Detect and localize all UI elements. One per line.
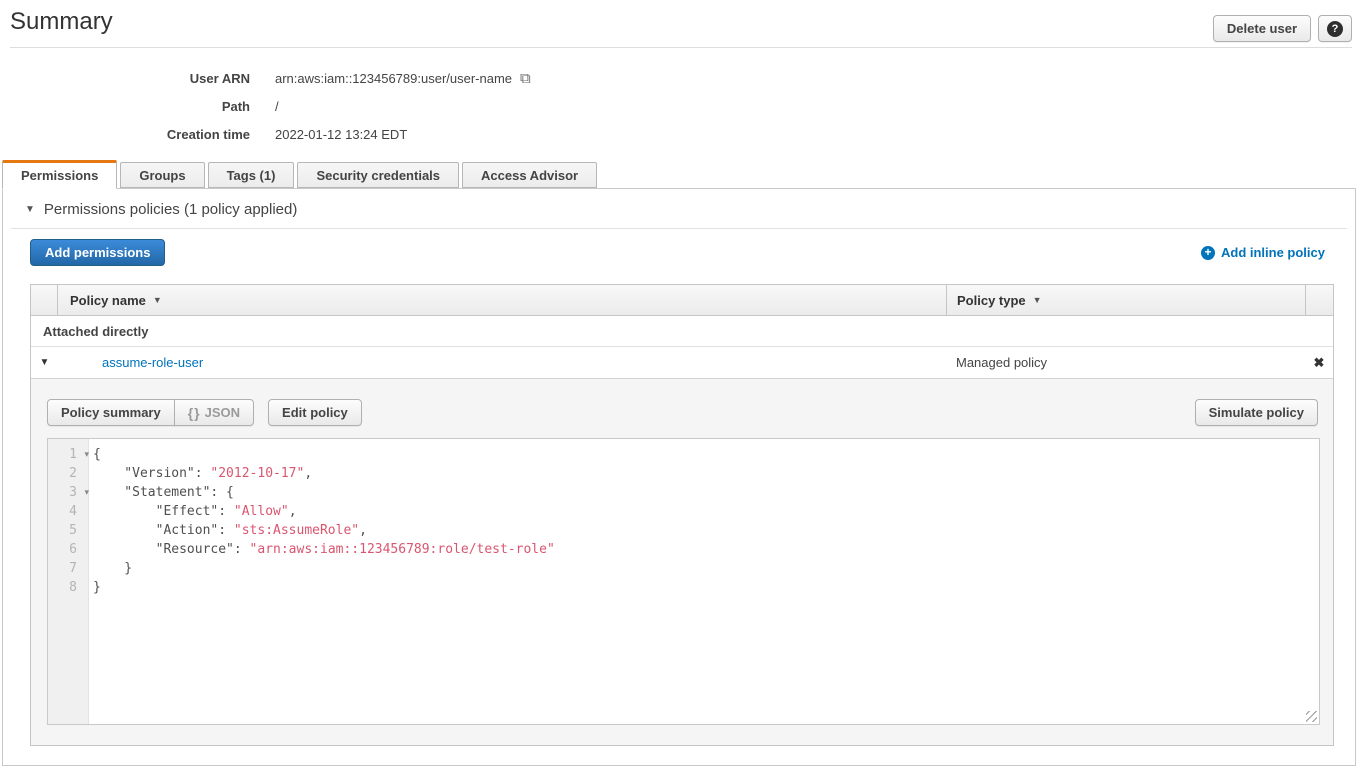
collapse-caret-icon: ▼ (25, 204, 35, 215)
fold-caret-icon[interactable]: ▾ (84, 445, 89, 464)
code-line: 2 "Version": "2012-10-17", (48, 464, 1319, 483)
policy-json-editor[interactable]: 1▾ { 2 "Version": "2012-10-17", 3▾ "Stat… (47, 438, 1320, 725)
tab-security-credentials[interactable]: Security credentials (297, 162, 459, 188)
user-arn-value: arn:aws:iam::123456789:user/user-name (275, 71, 512, 86)
path-label: Path (0, 99, 250, 114)
editor-resize-handle[interactable] (1306, 711, 1317, 722)
tab-bar: Permissions Groups Tags (1) Security cre… (2, 160, 600, 188)
policy-detail-toolbar: Policy summary {} JSON Edit policy Simul… (47, 399, 1318, 426)
sort-arrow-icon: ▼ (153, 295, 162, 305)
actions-column-header (1305, 285, 1333, 315)
path-row: Path / (0, 92, 700, 120)
iam-user-summary-page: Summary Delete user ? User ARN arn:aws:i… (0, 0, 1362, 766)
policy-type-header-label: Policy type (957, 293, 1026, 308)
tab-groups[interactable]: Groups (120, 162, 204, 188)
expand-column-header (31, 285, 58, 315)
creation-time-row: Creation time 2022-01-12 13:24 EDT (0, 120, 700, 148)
code-line: 7 } (48, 559, 1319, 578)
add-inline-policy-link[interactable]: + Add inline policy (1201, 245, 1325, 260)
header-divider (10, 47, 1352, 48)
page-title: Summary (10, 8, 113, 36)
user-arn-label: User ARN (0, 71, 250, 86)
json-view-button[interactable]: {} JSON (174, 399, 254, 426)
policy-table: Policy name ▼ Policy type ▼ Attached dir… (30, 284, 1334, 746)
code-line: 8 } (48, 578, 1319, 597)
tab-permissions[interactable]: Permissions (2, 160, 117, 189)
code-line: 6 "Resource": "arn:aws:iam::123456789:ro… (48, 540, 1319, 559)
policy-type-value: Managed policy (946, 355, 1305, 370)
row-expand-caret-icon[interactable]: ▼ (31, 357, 58, 368)
policy-name-link[interactable]: assume-role-user (102, 355, 203, 370)
code-line: 1▾ { (48, 445, 1319, 464)
policy-type-column-header[interactable]: Policy type ▼ (946, 285, 1305, 315)
braces-icon: {} (188, 405, 201, 421)
policy-summary-button[interactable]: Policy summary (47, 399, 175, 426)
help-button[interactable]: ? (1318, 15, 1352, 42)
editor-content: 1▾ { 2 "Version": "2012-10-17", 3▾ "Stat… (48, 445, 1319, 597)
policy-name-header-label: Policy name (70, 293, 146, 308)
simulate-policy-button[interactable]: Simulate policy (1195, 399, 1318, 426)
tab-access-advisor[interactable]: Access Advisor (462, 162, 597, 188)
question-mark-icon: ? (1327, 21, 1343, 37)
copy-icon[interactable]: ⧉ (520, 71, 531, 86)
plus-circle-icon: + (1201, 246, 1215, 260)
delete-user-button[interactable]: Delete user (1213, 15, 1311, 42)
permissions-panel: ▼ Permissions policies (1 policy applied… (2, 188, 1356, 766)
code-line: 4 "Effect": "Allow", (48, 502, 1319, 521)
detach-policy-x-icon[interactable]: ✖ (1305, 355, 1333, 371)
policy-detail-expanded: Policy summary {} JSON Edit policy Simul… (31, 379, 1333, 745)
section-divider (11, 228, 1347, 229)
fold-caret-icon[interactable]: ▾ (84, 483, 89, 502)
creation-time-value: 2022-01-12 13:24 EDT (275, 127, 407, 142)
sort-arrow-icon: ▼ (1033, 295, 1042, 305)
policy-table-header: Policy name ▼ Policy type ▼ (31, 285, 1333, 316)
json-button-label: JSON (205, 405, 240, 420)
policy-name-column-header[interactable]: Policy name ▼ (58, 285, 946, 315)
user-info: User ARN arn:aws:iam::123456789:user/use… (0, 64, 700, 148)
edit-policy-button[interactable]: Edit policy (268, 399, 362, 426)
attached-directly-group-row: Attached directly (31, 316, 1333, 347)
policy-row: ▼ assume-role-user Managed policy ✖ (31, 347, 1333, 379)
header-actions: Delete user ? (1213, 15, 1352, 42)
user-arn-row: User ARN arn:aws:iam::123456789:user/use… (0, 64, 700, 92)
path-value: / (275, 99, 279, 114)
tab-tags[interactable]: Tags (1) (208, 162, 295, 188)
code-line: 3▾ "Statement": { (48, 483, 1319, 502)
creation-time-label: Creation time (0, 127, 250, 142)
attached-directly-label: Attached directly (43, 324, 148, 339)
code-line: 5 "Action": "sts:AssumeRole", (48, 521, 1319, 540)
add-permissions-button[interactable]: Add permissions (30, 239, 165, 266)
permissions-policies-heading[interactable]: ▼ Permissions policies (1 policy applied… (25, 201, 297, 218)
add-inline-policy-label: Add inline policy (1221, 245, 1325, 260)
permissions-policies-heading-label: Permissions policies (1 policy applied) (44, 201, 297, 218)
